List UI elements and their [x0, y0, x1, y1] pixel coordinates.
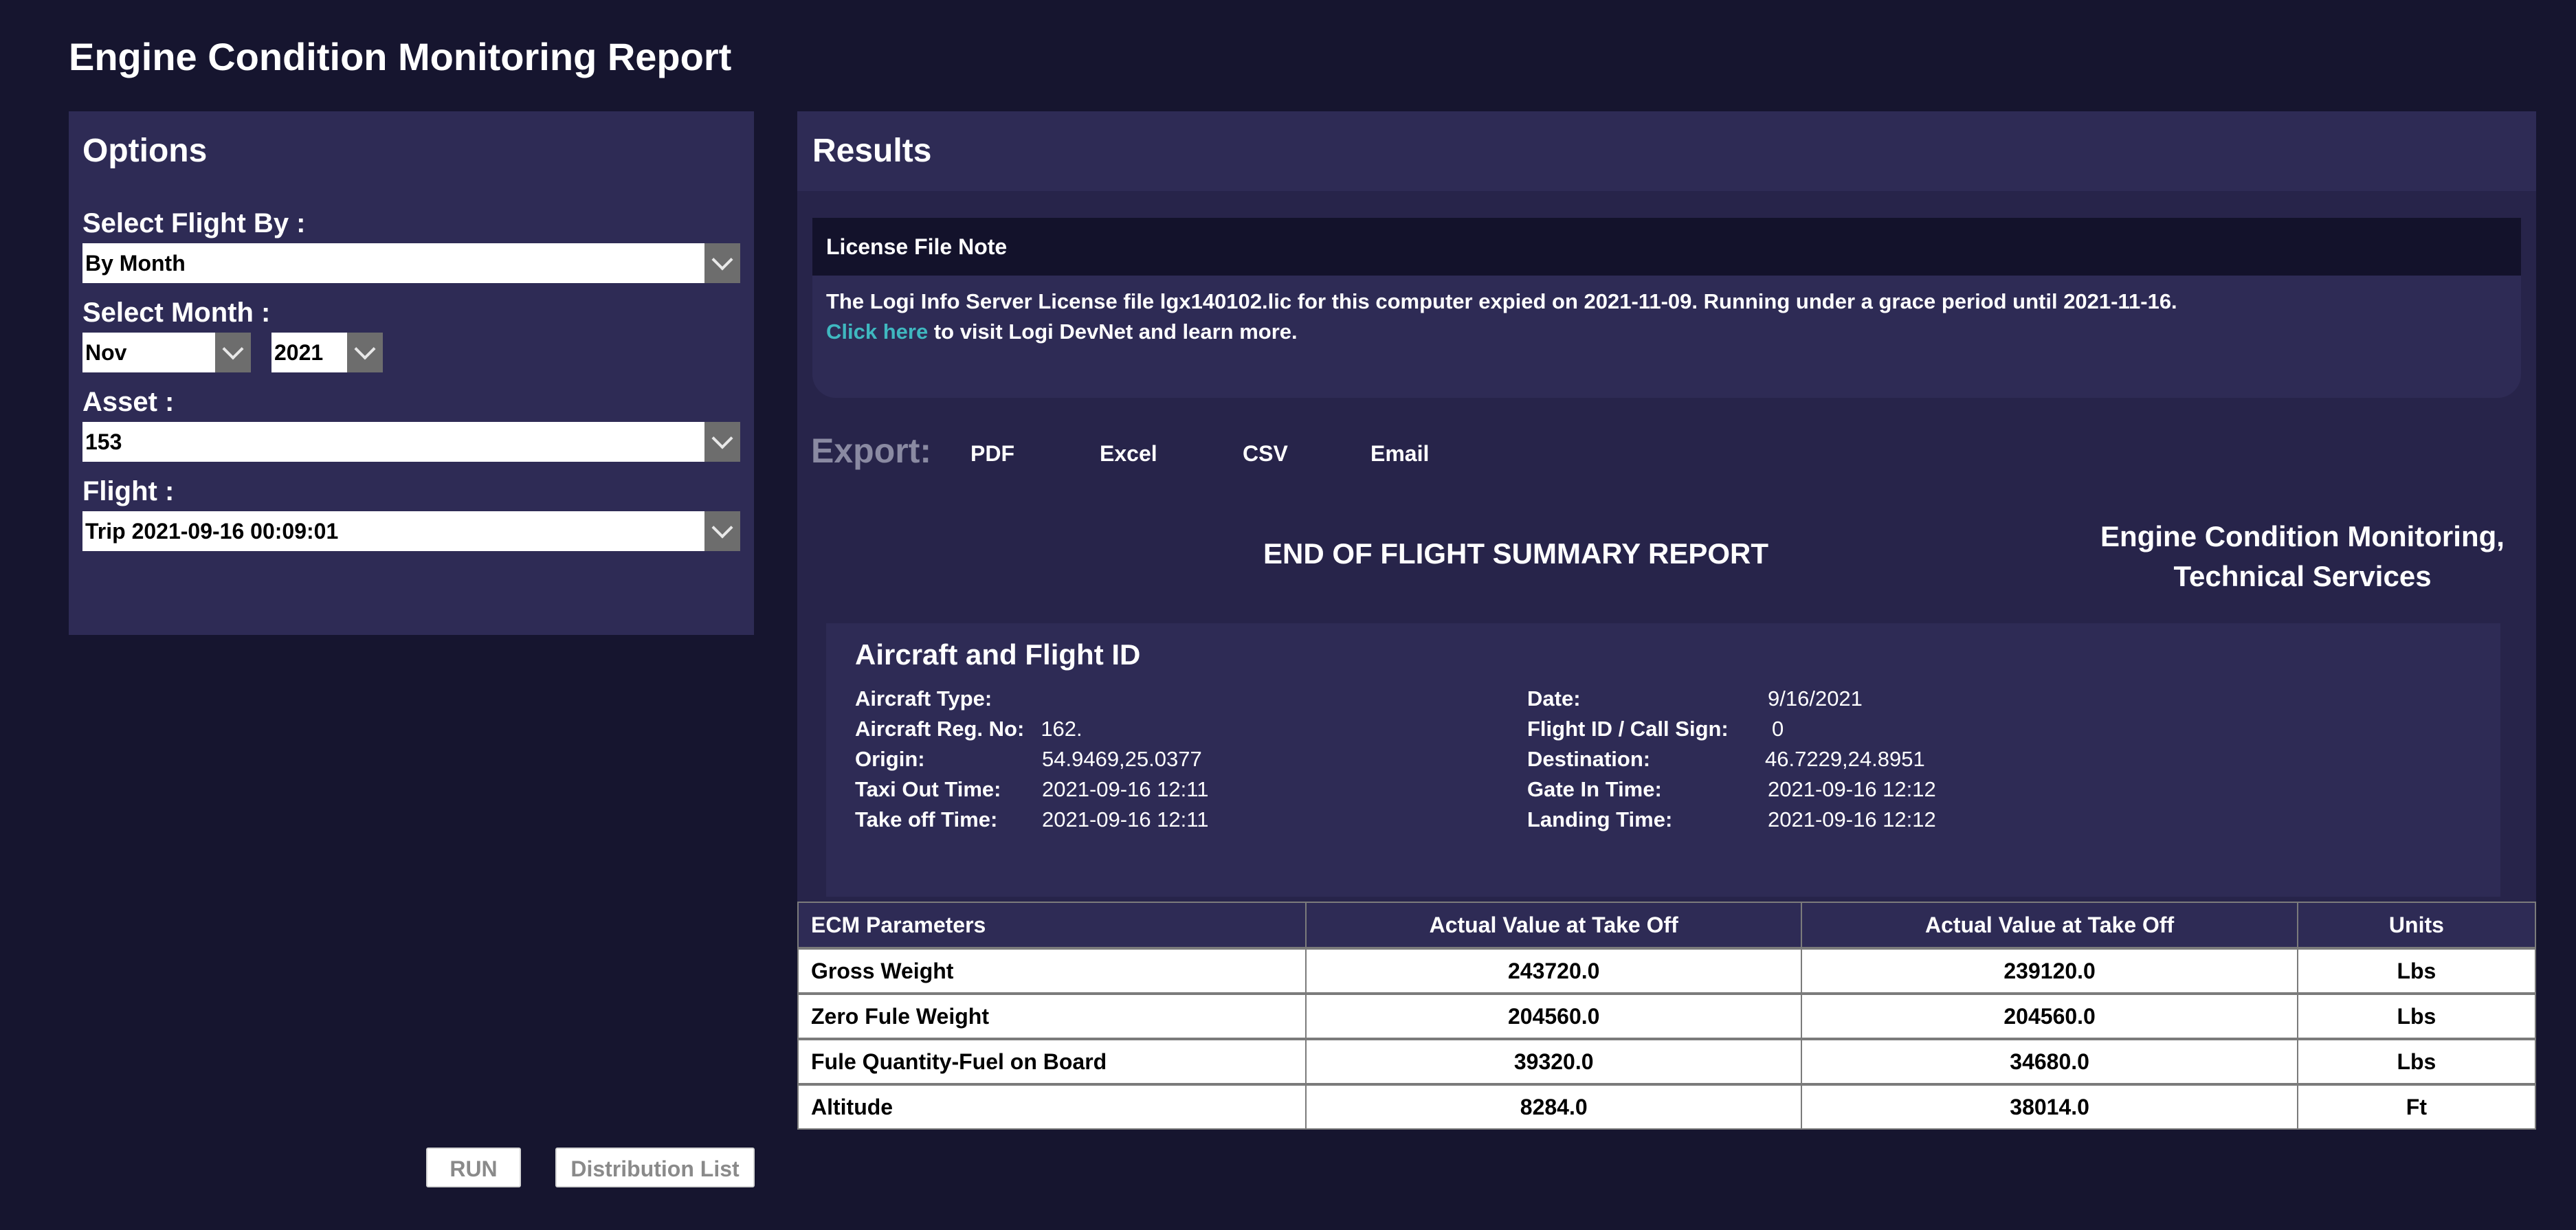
org-title-line2: Technical Services	[2173, 560, 2432, 592]
month-value: Nov	[85, 340, 127, 365]
table-cell: 204560.0	[1801, 992, 2298, 1040]
chevron-down-icon[interactable]	[347, 333, 383, 372]
license-link-suffix: to visit Logi DevNet and learn more.	[928, 320, 1298, 344]
table-cell: 39320.0	[1304, 1038, 1803, 1085]
asset-label: Asset :	[82, 387, 175, 417]
distribution-list-button[interactable]: Distribution List	[555, 1148, 755, 1187]
results-header: Results	[797, 111, 2536, 191]
export-email-link[interactable]: Email	[1370, 441, 1429, 467]
asset-value: 153	[85, 429, 122, 454]
flight-id-row: Flight ID / Call Sign: 0	[1527, 717, 1784, 741]
flight-label: Flight :	[82, 476, 175, 506]
org-title-line1: Engine Condition Monitoring,	[2100, 520, 2505, 552]
table-row: Zero Fule Weight 204560.0 204560.0 Lbs	[797, 992, 2537, 1040]
table-cell: 38014.0	[1801, 1083, 2298, 1130]
chevron-down-icon[interactable]	[215, 333, 251, 372]
select-month-label: Select Month :	[82, 298, 271, 328]
table-cell: 8284.0	[1304, 1083, 1803, 1130]
report-title: END OF FLIGHT SUMMARY REPORT	[1263, 537, 1768, 570]
landing-time-row: Landing Time: 2021-09-16 12:12	[1527, 807, 1936, 831]
chevron-down-icon[interactable]	[704, 511, 740, 551]
table-row: Altitude 8284.0 38014.0 Ft	[797, 1083, 2537, 1130]
take-off-time-row: Take off Time: 2021-09-16 12:11	[855, 807, 1209, 831]
column-header-takeoff-value-2: Actual Value at Take Off	[1801, 902, 2298, 949]
year-dropdown[interactable]: 2021	[271, 333, 383, 372]
table-cell: Zero Fule Weight	[797, 992, 1307, 1040]
aircraft-flight-id-heading: Aircraft and Flight ID	[855, 638, 1141, 671]
table-cell: 34680.0	[1801, 1038, 2298, 1085]
license-link-line: Click here to visit Logi DevNet and lear…	[826, 317, 1298, 347]
table-cell: Lbs	[2296, 1038, 2537, 1085]
table-cell: 204560.0	[1304, 992, 1803, 1040]
click-here-link[interactable]: Click here	[826, 320, 928, 344]
table-cell: 243720.0	[1304, 947, 1803, 994]
select-flight-by-label: Select Flight By :	[82, 208, 306, 238]
flight-info-right: Date: 9/16/2021 Flight ID / Call Sign: 0 D…	[1527, 684, 1936, 835]
table-row: Gross Weight 243720.0 239120.0 Lbs	[797, 947, 2537, 994]
aircraft-flight-id-box: Aircraft and Flight ID Aircraft Type: Ai…	[826, 623, 2500, 897]
flight-value: Trip 2021-09-16 00:09:01	[85, 519, 339, 544]
flight-info-left: Aircraft Type: Aircraft Reg. No: 162. Ori…	[855, 684, 1208, 835]
table-cell: Gross Weight	[797, 947, 1307, 994]
date-row: Date: 9/16/2021	[1527, 686, 1863, 711]
table-cell: Fule Quantity-Fuel on Board	[797, 1038, 1307, 1085]
taxi-out-time-row: Taxi Out Time: 2021-09-16 12:11	[855, 777, 1209, 801]
license-note-box: License File Note The Logi Info Server L…	[812, 218, 2521, 398]
options-panel: Options Select Flight By : By Month Sele…	[69, 111, 754, 635]
year-value: 2021	[274, 340, 324, 365]
origin-row: Origin: 54.9469,25.0377	[855, 747, 1202, 771]
table-cell: Ft	[2296, 1083, 2537, 1130]
ecm-parameters-table: ECM Parameters Actual Value at Take Off …	[797, 902, 2537, 1130]
column-header-units: Units	[2296, 902, 2537, 949]
table-cell: Lbs	[2296, 947, 2537, 994]
gate-in-time-row: Gate In Time: 2021-09-16 12:12	[1527, 777, 1936, 801]
export-pdf-link[interactable]: PDF	[970, 441, 1014, 467]
table-cell: 239120.0	[1801, 947, 2298, 994]
aircraft-reg-row: Aircraft Reg. No: 162.	[855, 717, 1082, 741]
run-button[interactable]: RUN	[426, 1148, 521, 1187]
options-heading: Options	[82, 133, 208, 169]
table-row: Fule Quantity-Fuel on Board 39320.0 3468…	[797, 1038, 2537, 1085]
table-cell: Altitude	[797, 1083, 1307, 1130]
table-cell: Lbs	[2296, 992, 2537, 1040]
page-title: Engine Condition Monitoring Report	[69, 35, 732, 78]
license-note-title: License File Note	[812, 218, 2521, 276]
export-label: Export:	[811, 432, 931, 470]
destination-row: Destination: 46.7229,24.8951	[1527, 747, 1925, 771]
table-header-row: ECM Parameters Actual Value at Take Off …	[797, 902, 2537, 949]
select-flight-by-value: By Month	[85, 251, 186, 276]
export-csv-link[interactable]: CSV	[1243, 441, 1288, 467]
column-header-takeoff-value-1: Actual Value at Take Off	[1304, 902, 1803, 949]
asset-dropdown[interactable]: 153	[82, 422, 740, 462]
export-excel-link[interactable]: Excel	[1100, 441, 1157, 467]
org-title: Engine Condition Monitoring, Technical S…	[2055, 517, 2550, 596]
month-dropdown[interactable]: Nov	[82, 333, 251, 372]
aircraft-type-row: Aircraft Type:	[855, 686, 992, 711]
results-panel: Results License File Note The Logi Info …	[797, 111, 2537, 1130]
chevron-down-icon[interactable]	[704, 243, 740, 283]
flight-dropdown[interactable]: Trip 2021-09-16 00:09:01	[82, 511, 740, 551]
column-header-ecm-parameters: ECM Parameters	[797, 902, 1307, 949]
results-heading: Results	[812, 133, 932, 169]
select-flight-by-dropdown[interactable]: By Month	[82, 243, 740, 283]
license-message: The Logi Info Server License file lgx140…	[826, 289, 2177, 313]
chevron-down-icon[interactable]	[704, 422, 740, 462]
